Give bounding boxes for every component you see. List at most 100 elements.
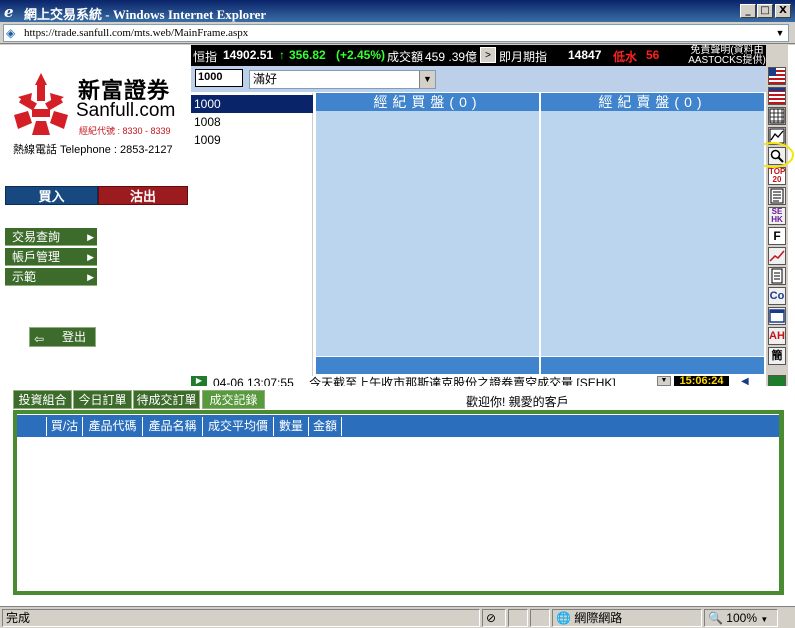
turnover-label: 成交額	[387, 50, 424, 64]
simplified-chinese-icon[interactable]: 簡	[768, 347, 786, 365]
top20-icon[interactable]: TOP 20	[768, 167, 786, 185]
market-ticker: 恒指 14902.51 ↑ 356.82 (+2.45%) 成交額 459 .3…	[191, 45, 766, 66]
stock-name-select[interactable]: 滿好 ▼	[249, 70, 436, 89]
logout-button[interactable]: ⇦ 登出	[29, 327, 96, 347]
zoom-level: 100%	[726, 611, 757, 625]
broker-code: 經紀代號 : 8330 - 8339	[79, 126, 171, 136]
broker-buy-footer	[316, 357, 539, 374]
menu-item-account-management[interactable]: 帳戶管理 ▶	[5, 248, 97, 266]
menu-item-label: 示範	[12, 270, 37, 284]
logout-label: 登出	[62, 330, 87, 344]
report-icon[interactable]	[768, 267, 786, 285]
close-button[interactable]: X	[775, 4, 791, 18]
page-icon: ◈	[6, 26, 16, 40]
disclaimer-link[interactable]: 免責聲明(資料由 AASTOCKS提供)	[688, 46, 766, 66]
menu-item-label: 交易查詢	[12, 230, 61, 244]
chevron-down-icon: ▼	[760, 615, 769, 624]
news-ticker: ▶ 04-06 13:07:55 今天截至上午收市那斯達克股份之證券賣空成交量 …	[191, 376, 766, 386]
speaker-icon[interactable]: ◀	[741, 376, 757, 386]
minimize-button[interactable]: _	[740, 4, 756, 18]
tab-today-orders[interactable]: 今日訂單	[73, 390, 132, 409]
chevron-right-icon: ▶	[87, 272, 94, 282]
address-dropdown-icon[interactable]: ▼	[773, 25, 787, 41]
news-dropdown-icon[interactable]: ▼	[657, 376, 671, 386]
status-pane	[530, 609, 550, 627]
ah-shares-icon[interactable]: AH	[768, 327, 786, 345]
play-icon[interactable]: ▶	[191, 376, 207, 386]
records-table	[17, 414, 779, 591]
tab-trade-records[interactable]: 成交記錄	[202, 390, 265, 409]
column-header[interactable]: 成交平均價	[203, 417, 274, 436]
window-icon[interactable]	[768, 307, 786, 325]
tab-pending-orders[interactable]: 待成交訂單	[133, 390, 200, 409]
address-url[interactable]: https://trade.sanfull.com/mts.web/MainFr…	[24, 27, 248, 39]
stock-select-value: 滿好	[253, 72, 278, 86]
zoom-icon: 🔍	[708, 611, 723, 625]
news-text[interactable]: 04-06 13:07:55 今天截至上午收市那斯達克股份之證券賣空成交量 [S…	[213, 376, 616, 386]
hsi-change: 356.82	[289, 48, 326, 62]
broker-sell-header: 經紀賣盤(0)	[541, 93, 764, 111]
discount-value: 56	[646, 48, 660, 62]
sehk-icon[interactable]: SE HK	[768, 207, 786, 225]
internet-zone[interactable]: 🌐 網際網路	[552, 609, 702, 627]
globe-icon: 🌐	[556, 611, 571, 625]
up-arrow-icon: ↑	[279, 48, 285, 62]
chevron-right-icon: ▶	[87, 252, 94, 262]
hotline: 熱線電話 Telephone : 2853-2127	[13, 144, 173, 156]
list-item[interactable]: 1009	[191, 131, 313, 149]
status-text: 完成	[2, 609, 480, 627]
status-pane	[508, 609, 528, 627]
window-title: 網上交易系統 - Windows Internet Explorer	[24, 7, 267, 22]
ie-logo-icon: e	[4, 3, 14, 21]
grid-icon[interactable]	[768, 107, 786, 125]
clock: 15:06:24	[674, 376, 729, 386]
futures-f-icon[interactable]: F	[768, 227, 786, 245]
maximize-button[interactable]: □	[757, 4, 773, 18]
futures-value: 14847	[568, 48, 602, 62]
futures-label: 即月期指	[499, 50, 548, 64]
status-bar: 完成 ⊘ 🌐 網際網路 🔍 100% ▼	[0, 606, 795, 628]
menu-item-label: 帳戶管理	[12, 250, 61, 264]
tab-portfolio[interactable]: 投資組合	[13, 390, 72, 409]
logout-icon: ⇦	[34, 332, 45, 346]
table-header-blank	[17, 417, 47, 436]
document-list-icon[interactable]	[768, 187, 786, 205]
address-bar: ◈ https://trade.sanfull.com/mts.web/Main…	[0, 22, 795, 44]
title-bar: e 網上交易系統 - Windows Internet Explorer _ □…	[0, 0, 795, 22]
stock-code-input[interactable]: 1000	[195, 69, 243, 87]
brand-name-en: Sanfull.com	[76, 100, 176, 121]
broker-buy-header: 經紀買盤(0)	[316, 93, 539, 111]
ticker-next-button[interactable]: >	[480, 47, 496, 63]
us-flag-icon[interactable]	[768, 67, 786, 85]
column-header[interactable]: 產品代碼	[83, 417, 143, 436]
tool-icon-strip: TOP 20 SE HK F Co AH 簡	[766, 45, 788, 390]
column-header[interactable]: 產品名稱	[143, 417, 203, 436]
chevron-down-icon[interactable]: ▼	[419, 71, 435, 88]
stock-list: 1000 1008 1009	[191, 93, 313, 376]
company-co-icon[interactable]: Co	[768, 287, 786, 305]
column-header[interactable]: 買/沽	[47, 417, 83, 436]
column-header[interactable]: 金額	[309, 417, 342, 436]
discount-label: 低水	[613, 50, 638, 64]
sanfull-logo-icon	[14, 73, 68, 135]
security-icon[interactable]: ⊘	[482, 609, 506, 627]
sell-button[interactable]: 沽出	[98, 186, 188, 205]
zoom-control[interactable]: 🔍 100% ▼	[704, 609, 778, 627]
buy-button[interactable]: 買入	[5, 186, 98, 205]
list-item[interactable]: 1008	[191, 113, 313, 131]
trend-icon[interactable]	[768, 247, 786, 265]
broker-sell-footer	[541, 357, 764, 374]
column-header[interactable]: 數量	[274, 417, 309, 436]
turnover-value: 459 .39億	[425, 50, 478, 64]
broker-buy-panel	[316, 111, 539, 356]
welcome-message: 歡迎你! 親愛的客戶	[466, 395, 569, 409]
disclaimer-line2: AASTOCKS提供)	[688, 55, 766, 66]
us-flag-alt-icon[interactable]	[768, 87, 786, 105]
hsi-value: 14902.51	[223, 48, 274, 62]
list-item[interactable]: 1000	[191, 95, 313, 113]
menu-item-trade-query[interactable]: 交易查詢 ▶	[5, 228, 97, 246]
chevron-right-icon: ▶	[87, 232, 94, 242]
hsi-pct: (+2.45%)	[336, 48, 386, 62]
menu-item-demo[interactable]: 示範 ▶	[5, 268, 97, 286]
broker-sell-panel	[541, 111, 764, 356]
